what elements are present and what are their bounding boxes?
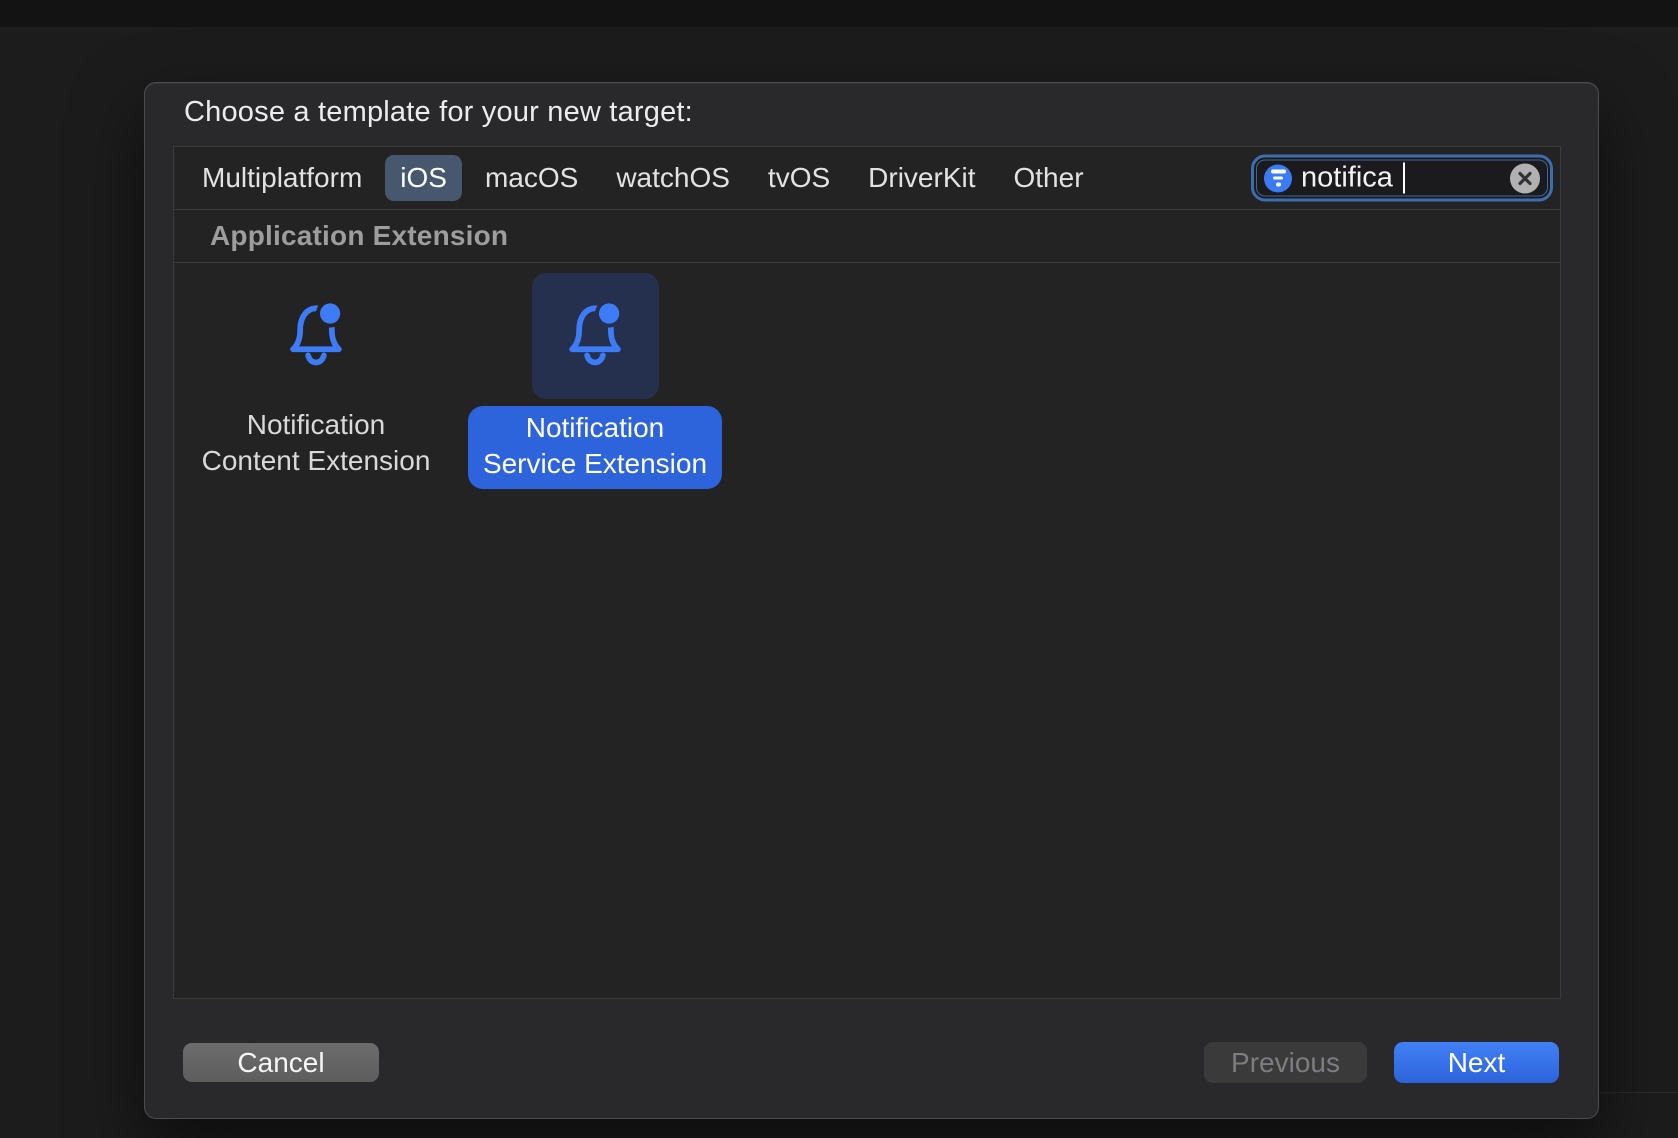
template-label: Notification Content Extension [202,407,431,479]
tab-other[interactable]: Other [999,155,1099,201]
bell-badge-icon [561,299,629,373]
template-icon-tile [253,273,380,399]
section-header-row: Application Extension [174,210,1560,263]
background-top-band [0,0,1678,27]
template-search-field[interactable]: notifica [1251,155,1553,202]
previous-button[interactable]: Previous [1204,1042,1367,1083]
tab-watchos[interactable]: watchOS [601,155,745,201]
tab-tvos[interactable]: tvOS [753,155,845,201]
text-cursor [1403,163,1406,194]
clear-icon[interactable] [1510,163,1540,193]
template-notification-service-extension[interactable]: Notification Service Extension [466,273,724,489]
background-divider-line [1599,1092,1678,1093]
search-field-inner: notifica [1256,160,1548,197]
platform-tab-bar: Multiplatform iOS macOS watchOS tvOS Dri… [174,147,1560,210]
tab-ios[interactable]: iOS [385,155,462,201]
x-glyph [1517,170,1533,186]
tab-macos[interactable]: macOS [470,155,593,201]
template-grid: Notification Content Extension Notificat… [174,263,1560,998]
cancel-button[interactable]: Cancel [183,1043,379,1082]
template-chooser: Multiplatform iOS macOS watchOS tvOS Dri… [173,146,1561,999]
tab-driverkit[interactable]: DriverKit [853,155,990,201]
new-target-template-dialog: Choose a template for your new target: M… [144,82,1599,1119]
template-label-line1: Notification [483,410,707,446]
template-label-selected: Notification Service Extension [468,406,722,489]
tab-multiplatform[interactable]: Multiplatform [187,155,377,201]
template-label-line2: Service Extension [483,446,707,482]
filter-icon[interactable] [1264,164,1292,192]
template-label-line1: Notification [202,407,431,443]
section-header: Application Extension [210,220,508,252]
bell-badge-icon [282,299,350,373]
template-notification-content-extension[interactable]: Notification Content Extension [187,273,445,479]
template-label-line2: Content Extension [202,443,431,479]
dialog-title: Choose a template for your new target: [184,96,693,129]
template-icon-tile-selected [532,273,659,399]
search-input[interactable]: notifica [1301,162,1393,195]
next-button[interactable]: Next [1394,1042,1559,1083]
